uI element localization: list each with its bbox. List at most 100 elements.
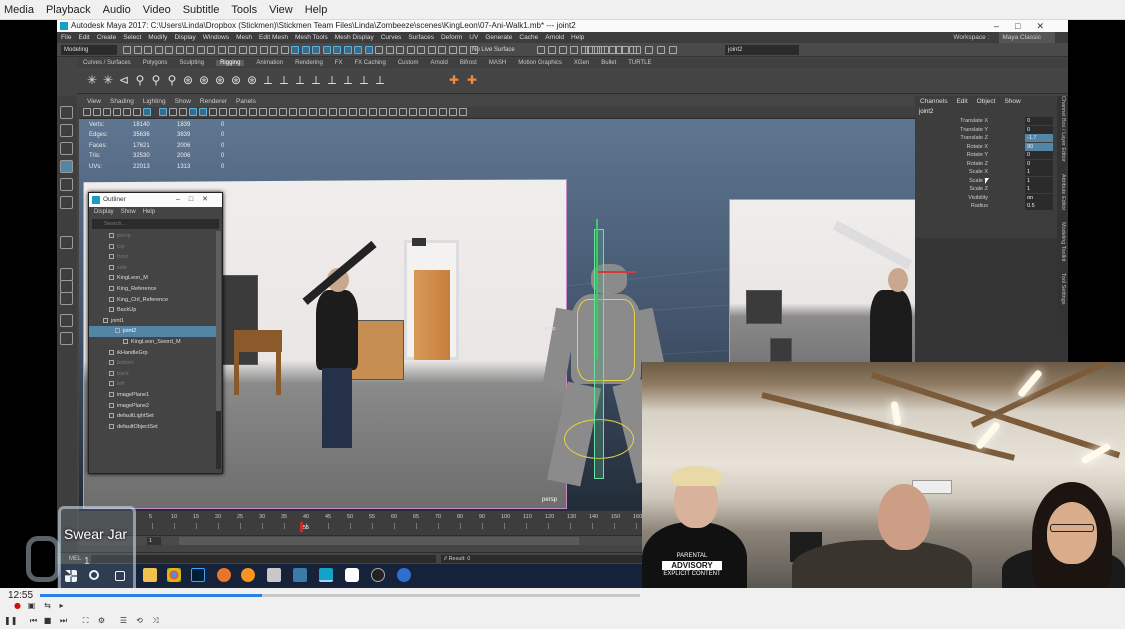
viewport-tool-icon[interactable] [169, 108, 177, 116]
channel-value-field[interactable]: 1 [1025, 176, 1053, 185]
minimize-button[interactable]: – [176, 196, 189, 203]
shelf-tool-icon[interactable]: ✳ [101, 73, 115, 87]
channel-value-field[interactable]: 0 [1025, 151, 1053, 159]
range-start-field[interactable]: 1 [147, 537, 161, 545]
vlc-menu-item[interactable]: View [269, 4, 293, 16]
fullscreen-button[interactable]: ⛶ [80, 616, 91, 626]
maya-menu-item[interactable]: Edit Mesh [259, 34, 288, 41]
viewport-menu-item[interactable]: Renderer [200, 98, 227, 105]
status-tool-icon[interactable] [196, 46, 205, 54]
maya-menu-item[interactable]: Deform [441, 34, 462, 41]
channel-value-field[interactable]: -1.7 [1025, 134, 1053, 142]
outliner-item[interactable]: joint2 [89, 326, 217, 337]
shelf-tab[interactable]: Rigging [216, 60, 245, 66]
shelf-tool-icon[interactable]: ⟂ [261, 73, 275, 87]
outliner-item[interactable]: top [89, 242, 217, 253]
side-tab[interactable]: Channel Box / Layer Editor [1057, 96, 1068, 162]
vlc-menu-item[interactable]: Audio [103, 4, 131, 16]
status-tool-icon[interactable] [259, 46, 268, 54]
viewport-tool-icon[interactable] [439, 108, 447, 116]
outliner-item[interactable]: King_Reference [89, 284, 217, 295]
shelf-tool-icon[interactable]: ⟂ [325, 73, 339, 87]
viewport-tool-icon[interactable] [429, 108, 437, 116]
channel-row[interactable]: Scale X 1 [915, 168, 1068, 177]
viewport-tool-icon[interactable] [239, 108, 247, 116]
maya-menu-item[interactable]: Modify [148, 34, 167, 41]
toolbox-tool-icon[interactable] [60, 124, 73, 137]
channel-row[interactable]: Radius 0.5 [915, 202, 1068, 211]
record-button[interactable]: ● [12, 601, 23, 611]
maya-menu-item[interactable]: Generate [485, 34, 512, 41]
viewport-tool-icon[interactable] [249, 108, 257, 116]
status-tool-icon[interactable] [228, 46, 236, 54]
maya-menu-item[interactable]: Help [571, 34, 584, 41]
viewport-tool-icon[interactable] [133, 108, 141, 116]
object-name-field[interactable]: joint2 [725, 45, 799, 55]
video-area[interactable]: Autodesk Maya 2017: C:\Users\Linda\Dropb… [0, 20, 1125, 588]
status-tool-icon[interactable] [291, 46, 299, 54]
blender-icon[interactable] [217, 568, 231, 582]
app-icon[interactable] [345, 568, 359, 582]
channel-value-field[interactable]: 1 [1025, 168, 1053, 176]
maya-menu-item[interactable]: Surfaces [408, 34, 434, 41]
status-tool-icon[interactable] [385, 46, 394, 54]
stop-button[interactable]: ■ [42, 616, 53, 626]
shelf-tool-icon[interactable]: ⟂ [277, 73, 291, 87]
outliner-search-input[interactable]: Search... [92, 219, 219, 229]
outliner-item[interactable]: defaultObjectSet [89, 422, 217, 433]
maya-menu-item[interactable]: Mesh Display [335, 34, 374, 41]
seek-bar[interactable] [40, 594, 640, 597]
channel-row[interactable]: Translate Z -1.7 [915, 134, 1068, 143]
viewport-tool-icon[interactable] [199, 108, 207, 116]
side-tab[interactable]: Attribute Editor [1057, 174, 1068, 210]
current-frame-marker[interactable] [300, 522, 303, 532]
toolbox-tool-icon[interactable] [60, 314, 73, 327]
live-surface-label[interactable]: No Live Surface [469, 45, 531, 55]
render-tool-icon[interactable] [597, 46, 605, 54]
render-tool-icon[interactable] [585, 46, 593, 54]
viewport-tool-icon[interactable] [179, 108, 187, 116]
rig-controls[interactable] [577, 299, 635, 381]
vlc-menu-item[interactable]: Subtitle [183, 4, 220, 16]
outliner-item[interactable]: bottom [89, 358, 217, 369]
outliner-item[interactable]: KingLeon_M [89, 273, 217, 284]
render-tool-icon[interactable] [669, 46, 677, 54]
pause-button[interactable]: ❚❚ [4, 616, 17, 626]
maya-menu-item[interactable]: Create [97, 34, 117, 41]
maya-menu-item[interactable]: Edit [78, 34, 89, 41]
channel-menu-item[interactable]: Object [977, 98, 996, 105]
status-tool-icon[interactable] [448, 46, 457, 54]
outliner-item[interactable]: ikHandleGrp [89, 348, 217, 359]
chrome-icon[interactable] [167, 568, 181, 582]
status-tool-icon[interactable] [537, 46, 545, 54]
status-tool-icon[interactable] [154, 46, 163, 54]
viewport-tool-icon[interactable] [339, 108, 347, 116]
vlc-menu-item[interactable]: Help [305, 4, 328, 16]
viewport-menu-item[interactable]: Panels [236, 98, 256, 105]
maximize-button[interactable]: □ [189, 196, 202, 203]
status-tool-icon[interactable] [469, 46, 478, 54]
range-bar[interactable] [179, 537, 579, 545]
channel-row[interactable]: Visibility on [915, 193, 1068, 203]
viewport-tool-icon[interactable] [409, 108, 417, 116]
close-button[interactable]: ✕ [202, 196, 217, 203]
viewport-tool-icon[interactable] [123, 108, 131, 116]
maya-window-buttons[interactable]: –□✕ [994, 20, 1060, 32]
outliner-item[interactable]: front [89, 252, 217, 263]
outliner-menu-item[interactable]: Help [143, 209, 155, 215]
status-tool-icon[interactable] [417, 46, 425, 54]
loop-button[interactable]: ⟲ [134, 616, 145, 626]
outliner-item[interactable]: imagePlane1 [89, 390, 217, 401]
snapshot-button[interactable]: ▣ [26, 601, 37, 611]
outliner-menu-item[interactable]: Display [94, 209, 114, 215]
status-tool-icon[interactable] [144, 46, 152, 54]
viewport-menu-item[interactable]: Show [175, 98, 191, 105]
status-tool-icon[interactable] [406, 46, 415, 54]
mudbox-icon[interactable] [267, 568, 281, 582]
status-tool-icon[interactable] [459, 46, 467, 54]
toolbox-tool-icon[interactable] [60, 236, 73, 249]
viewport-tool-icon[interactable] [229, 108, 237, 116]
shelf-tab[interactable]: Bullet [601, 60, 616, 66]
viewport-tool-icon[interactable] [329, 108, 337, 116]
outliner-item[interactable]: King_Ctrl_Reference [89, 295, 217, 306]
